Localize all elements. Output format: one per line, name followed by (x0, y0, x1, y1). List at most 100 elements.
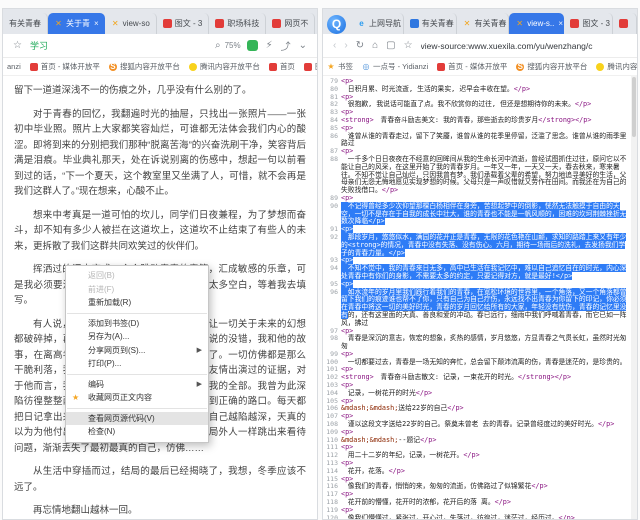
browser-tab[interactable]: ✕view-so (105, 13, 157, 34)
browser-logo-icon[interactable]: Q (327, 15, 346, 34)
star-icon: ★ (72, 393, 79, 402)
browser-tab[interactable]: ✕关于青× (48, 13, 105, 34)
bookmark-item[interactable]: S搜狐内容开放平台 (516, 61, 587, 72)
tab-label: 有关青春 (9, 18, 41, 29)
menu-item-encoding[interactable]: 编码 ▶ (66, 378, 208, 392)
tab-label: 网页不 (284, 18, 308, 29)
right-browser-window: Q e上网导航有关青春✕有关青春✕view-s..×图文 - 3 ‹ › ↻ ⌂… (322, 8, 638, 520)
source-line: 110&mdash;&mdash;--题记</p> (323, 437, 637, 445)
home-icon[interactable]: ⌂ (372, 40, 378, 51)
line-number: 90 (323, 203, 341, 211)
code-text: 日积月累、时光流逝, 生活的果实, 迟早会丰收在望。 (341, 85, 514, 93)
menu-item-label: 编码 (88, 379, 104, 390)
line-number: 96 (323, 289, 341, 297)
lightning-icon[interactable]: ⚡ (266, 40, 273, 51)
menu-item-label: 收藏网页正文内容 (88, 392, 152, 403)
site-label[interactable]: 学习 (30, 39, 48, 52)
menu-item-print[interactable]: 打印(P)... (66, 357, 208, 371)
zoom-icon[interactable]: ⌕ (215, 40, 221, 51)
xuexila-icon: ✕ (515, 19, 524, 28)
zoom-level[interactable]: 75% (225, 41, 241, 50)
line-code: 像我们懵懂过，紧张过，开心过，失落过，彷徨过，迷茫过，经历过。</p> (341, 515, 637, 519)
red-app-icon (163, 19, 172, 28)
menu-item-save-as[interactable]: 另存为(A)... (66, 330, 208, 344)
bookmark-item[interactable]: 图 (304, 61, 317, 72)
browser-tab[interactable]: 有关青春 (404, 13, 457, 34)
bookmark-item[interactable]: 首页 - 媒体开放平 (437, 61, 507, 72)
code-text: </p> (495, 498, 511, 506)
menu-item-reload[interactable]: 重新加载(R) (66, 296, 208, 310)
tab-label: 职场科技 (227, 18, 259, 29)
line-number: 98 (323, 335, 341, 343)
tab-label: 上网导航 (369, 18, 401, 29)
share-icon[interactable]: ⤴ (281, 38, 291, 53)
line-code: 青春是深沉的意志，恢宏的想象，炙热的感情，岁月悠悠，方显青春之气贯长虹，虽然时光… (341, 335, 637, 351)
code-text: <p> (341, 381, 353, 389)
bookmark-star-icon[interactable]: ☆ (13, 40, 22, 51)
bookmark-item[interactable]: 腾讯内容开放平台 (189, 61, 260, 72)
line-code: &mdash;&mdash;送给22岁的自己</p> (341, 405, 637, 413)
back-icon[interactable]: ‹ (333, 40, 336, 51)
line-code: 记录，一树花开的时光</p> (341, 390, 637, 398)
code-text: </p> (416, 389, 432, 397)
browser-tab[interactable] (613, 13, 637, 34)
refresh-icon[interactable]: ↻ (356, 40, 364, 51)
source-line: 114 花开，花落。</p> (323, 468, 637, 476)
code-text: 谨以这段文字送给22岁的自己。祭奠未曾老 去的青春。记录曾经度过的美好时光。 (341, 420, 598, 428)
line-code: 日积月累、时光流逝, 生活的果实, 迟早会丰收在望。</p> (341, 86, 637, 94)
selected-text: <p> (341, 280, 353, 288)
tab-label: 图文 - 3 (175, 18, 203, 29)
browser-tab[interactable]: ✕view-s..× (509, 13, 564, 34)
menu-item-share-page[interactable]: 分享网页到(S)...▶ (66, 344, 208, 358)
scrollbar-thumb[interactable] (632, 77, 636, 137)
bookmark-item[interactable]: 首页 (269, 61, 295, 72)
menu-item-collect-content[interactable]: ★ 收藏网页正文内容 (66, 391, 208, 405)
favorite-star-icon[interactable]: ☆ (404, 40, 413, 51)
menu-item-back[interactable]: 返回(B) (66, 269, 208, 283)
xuexila-icon: ✕ (463, 19, 472, 28)
source-line: 108 谨以这段文字送给22岁的自己。祭奠未曾老 去的青春。记录曾经度过的美好时… (323, 421, 637, 429)
browser-tab[interactable]: 网页不 (266, 13, 315, 34)
forward-icon[interactable]: › (344, 40, 347, 51)
scrollbar[interactable] (631, 75, 637, 519)
bookmark-item[interactable]: 首页 - 媒体开放平 (30, 61, 100, 72)
bookmark-item[interactable]: 腾讯内容开 (596, 61, 637, 72)
line-code: 一切都要过去，青春是一场无知的奔忙，总会留下颠沛流离的伤，青春是迷茫的，是珍贵的… (341, 359, 637, 367)
submenu-arrow-icon: ▶ (197, 380, 202, 388)
menu-item-inspect[interactable]: 检查(N) (66, 425, 208, 439)
menu-item-label: 检查(N) (88, 426, 115, 437)
menu-separator (67, 374, 207, 375)
menu-item-add-bookmark[interactable]: 添加到书签(D) (66, 317, 208, 331)
bookmark-label: 首页 - 媒体开放平 (448, 61, 507, 72)
menu-separator (67, 408, 207, 409)
chevron-down-icon[interactable]: ⌄ (299, 40, 307, 51)
tab-close-icon[interactable]: × (94, 19, 99, 28)
source-line: 80 日积月累、时光流逝, 生活的果实, 迟早会丰收在望。</p> (323, 86, 637, 94)
right-tabs: e上网导航有关青春✕有关青春✕view-s..×图文 - 3 (351, 13, 637, 34)
browser-tab[interactable]: ✕有关青春 (457, 13, 510, 34)
url-text[interactable]: view-source:www.xuexila.com/yu/wenzhang/… (421, 41, 593, 51)
code-text: <p> (341, 77, 353, 85)
reading-mode-icon[interactable] (247, 40, 258, 51)
tab-close-icon[interactable]: × (558, 19, 563, 28)
menu-item-forward[interactable]: 前进(F) (66, 283, 208, 297)
red-app-icon (619, 19, 628, 28)
bookmark-item[interactable]: anzi (7, 62, 21, 71)
browser-tab[interactable]: 图文 - 3 (564, 13, 613, 34)
selected-text: 不知不觉中，我的青春来日无多，高中已生活在我记忆中，难以自己追忆自在的时光，内心… (341, 264, 626, 280)
bookmark-item[interactable]: S搜狐内容开放平台 (109, 61, 180, 72)
browser-tab[interactable]: e上网导航 (351, 13, 404, 34)
code-text: </p> (531, 482, 547, 490)
source-line: 86 谁曾从谁的青春走过，留下了笑靥，谁曾从谁的花季里停留，泛滥了思念。谁曾从谁… (323, 133, 637, 149)
line-code: 不知不觉中，我的青春来日无多，高中已生活在我记忆中，难以自己追忆自在的时光，内心… (341, 265, 637, 281)
bookmark-item[interactable]: ★书签 (327, 61, 353, 72)
reading-split-icon[interactable]: ▢ (386, 40, 395, 51)
code-text: 青春是深沉的意志，恢宏的想象，炙热的感情，岁月悠悠，方显青春之气贯长虹，虽然时光… (341, 334, 626, 350)
code-text: <p> (341, 124, 353, 132)
browser-tab[interactable]: 职场科技 (209, 13, 266, 34)
menu-item-view-source[interactable]: 查看网页源代码(V) (66, 412, 208, 426)
bookmark-item[interactable]: ◎一点号 - Yidianzi (362, 61, 428, 72)
browser-tab[interactable]: 有关青春 (3, 13, 48, 34)
browser-tab[interactable]: 图文 - 3 (157, 13, 210, 34)
red-app-icon (269, 63, 277, 71)
